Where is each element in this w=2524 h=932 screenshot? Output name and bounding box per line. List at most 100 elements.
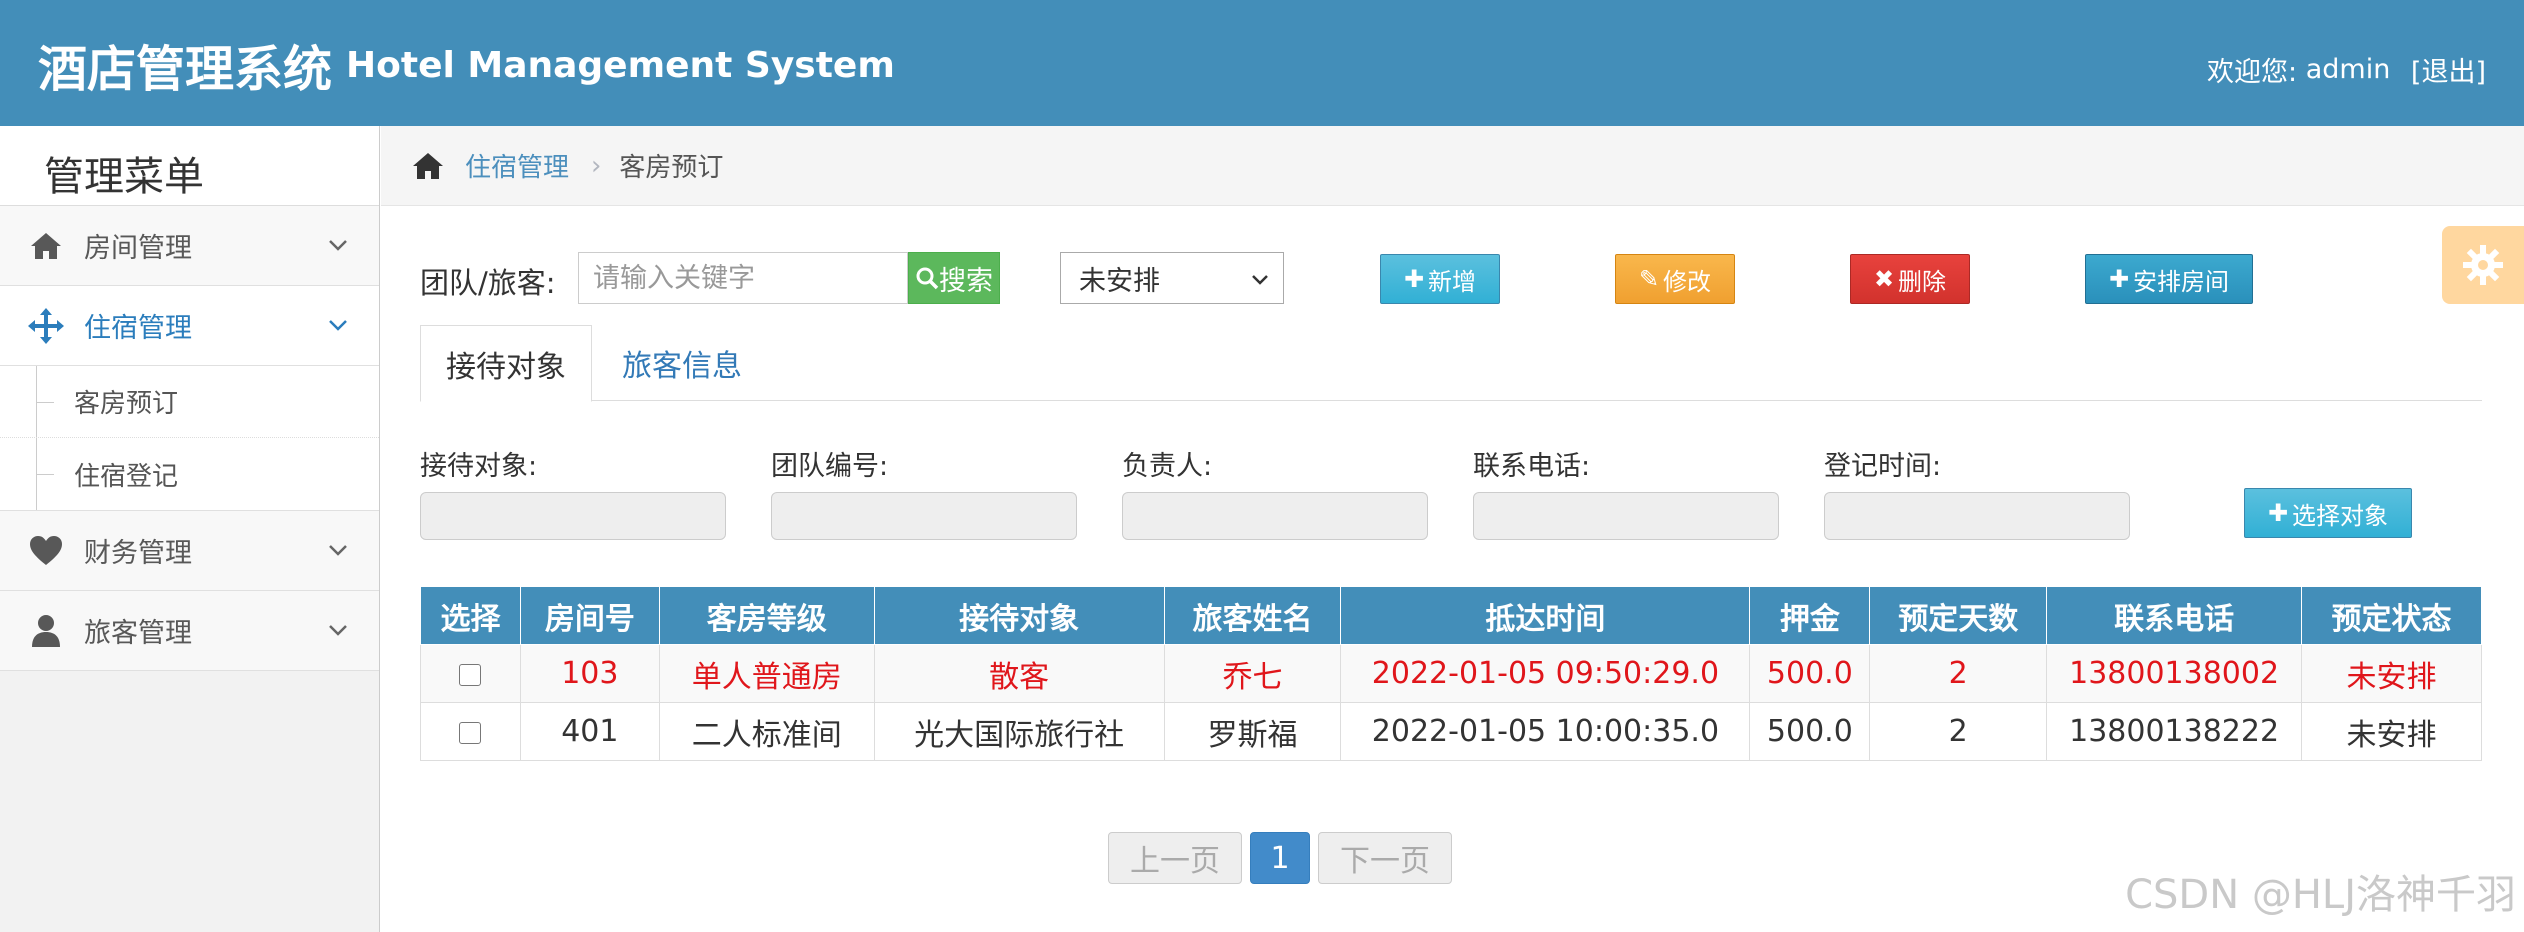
table-cell: 103 bbox=[519, 644, 660, 703]
chevron-down-icon bbox=[1252, 275, 1268, 285]
top-header: 酒店管理系统 Hotel Management System 欢迎您: admin… bbox=[0, 0, 2524, 126]
sidebar-item-room[interactable]: 房间管理 bbox=[0, 206, 379, 286]
search-icon bbox=[916, 267, 939, 290]
table-cell: 二人标准间 bbox=[658, 702, 875, 761]
sidebar-item-lodging[interactable]: 住宿管理 bbox=[0, 286, 379, 366]
close-icon: ✖ bbox=[1873, 265, 1895, 293]
tab-reception[interactable]: 接待对象 bbox=[420, 325, 592, 402]
welcome-label: 欢迎您: bbox=[2207, 57, 2298, 88]
table-cell: 未安排 bbox=[2301, 644, 2482, 703]
breadcrumb-parent-link[interactable]: 住宿管理 bbox=[465, 147, 569, 184]
table-cell: 13800138002 bbox=[2046, 644, 2303, 703]
assign-room-button[interactable]: ✚ 安排房间 bbox=[2085, 254, 2253, 304]
lodging-submenu: 客房预订 住宿登记 bbox=[0, 366, 379, 511]
status-select-value: 未安排 bbox=[1079, 265, 1160, 297]
table-row[interactable]: 401 二人标准间 光大国际旅行社 罗斯福 2022-01-05 10:00:3… bbox=[420, 702, 2482, 761]
column-header: 旅客姓名 bbox=[1163, 586, 1342, 645]
search-input[interactable] bbox=[578, 252, 908, 304]
table-cell: 401 bbox=[519, 702, 660, 761]
field-label-reception: 接待对象: bbox=[420, 451, 538, 482]
heart-icon bbox=[26, 531, 66, 571]
home-icon[interactable] bbox=[411, 151, 445, 181]
watermark: CSDN @HLJ洛神千羽 bbox=[2125, 872, 2516, 918]
row-select-cell bbox=[420, 702, 521, 761]
sidebar-item-label: 旅客管理 bbox=[84, 618, 192, 649]
search-label: 团队/旅客: bbox=[420, 266, 556, 300]
sidebar: 管理菜单 房间管理 住宿管理 客房预订 住宿登记 财务管理 旅客管理 bbox=[0, 126, 380, 932]
sidebar-item-guest[interactable]: 旅客管理 bbox=[0, 591, 379, 671]
sidebar-item-label: 财务管理 bbox=[84, 538, 192, 569]
chevron-down-icon bbox=[329, 545, 347, 556]
chevron-down-icon bbox=[329, 625, 347, 636]
choose-object-button[interactable]: ✚ 选择对象 bbox=[2244, 488, 2412, 538]
row-select-cell bbox=[420, 644, 521, 703]
assign-room-button-label: 安排房间 bbox=[2133, 267, 2230, 296]
manager-field[interactable] bbox=[1122, 492, 1428, 540]
sidebar-title: 管理菜单 bbox=[0, 126, 379, 206]
table-cell: 2 bbox=[1869, 644, 2048, 703]
edit-button-label: 修改 bbox=[1663, 267, 1712, 296]
row-checkbox[interactable] bbox=[459, 721, 482, 744]
choose-object-button-label: 选择对象 bbox=[2292, 501, 2389, 530]
add-button[interactable]: ✚ 新增 bbox=[1380, 254, 1500, 304]
chevron-down-icon bbox=[329, 240, 347, 251]
column-header: 联系电话 bbox=[2046, 586, 2303, 645]
page-1-button[interactable]: 1 bbox=[1250, 832, 1310, 884]
brand: 酒店管理系统 Hotel Management System bbox=[38, 30, 895, 101]
table-cell: 光大国际旅行社 bbox=[873, 702, 1165, 761]
reception-field[interactable] bbox=[420, 492, 726, 540]
table-cell: 500.0 bbox=[1749, 644, 1871, 703]
table-cell: 500.0 bbox=[1749, 702, 1871, 761]
next-page-button[interactable]: 下一页 bbox=[1318, 832, 1452, 884]
app-title-en: Hotel Management System bbox=[346, 45, 895, 86]
column-header: 预定天数 bbox=[1869, 586, 2048, 645]
sidebar-item-label: 房间管理 bbox=[84, 233, 192, 264]
table-cell: 2 bbox=[1869, 702, 2048, 761]
settings-button[interactable] bbox=[2442, 226, 2524, 304]
table-cell: 罗斯福 bbox=[1163, 702, 1342, 761]
logout-link[interactable]: [退出] bbox=[2411, 57, 2486, 88]
prev-page-button[interactable]: 上一页 bbox=[1108, 832, 1242, 884]
column-header: 押金 bbox=[1749, 586, 1871, 645]
booking-table: 选择 房间号 客房等级 接待对象 旅客姓名 抵达时间 押金 预定天数 联系电话 … bbox=[420, 586, 2482, 761]
sidebar-subitem-booking[interactable]: 客房预订 bbox=[0, 366, 379, 438]
sidebar-subitem-checkin[interactable]: 住宿登记 bbox=[0, 438, 379, 510]
sidebar-item-finance[interactable]: 财务管理 bbox=[0, 511, 379, 591]
column-header: 抵达时间 bbox=[1340, 586, 1751, 645]
edit-button[interactable]: ✎ 修改 bbox=[1615, 254, 1735, 304]
delete-button-label: 删除 bbox=[1898, 267, 1947, 296]
team-no-field[interactable] bbox=[771, 492, 1077, 540]
column-header: 选择 bbox=[420, 586, 521, 645]
tab-bar: 接待对象 旅客信息 bbox=[420, 325, 2482, 402]
table-row[interactable]: 103 单人普通房 散客 乔七 2022-01-05 09:50:29.0 50… bbox=[420, 644, 2482, 703]
table-cell: 2022-01-05 09:50:29.0 bbox=[1340, 644, 1751, 703]
sidebar-item-label: 住宿管理 bbox=[84, 313, 192, 344]
column-header: 客房等级 bbox=[658, 586, 875, 645]
field-label-phone: 联系电话: bbox=[1473, 451, 1591, 482]
row-checkbox[interactable] bbox=[459, 663, 482, 686]
add-button-label: 新增 bbox=[1428, 267, 1477, 296]
register-time-field[interactable] bbox=[1824, 492, 2130, 540]
status-select[interactable]: 未安排 bbox=[1060, 252, 1284, 304]
username: admin bbox=[2305, 54, 2391, 85]
field-label-manager: 负责人: bbox=[1122, 451, 1213, 482]
field-label-team-no: 团队编号: bbox=[771, 451, 889, 482]
plus-icon: ✚ bbox=[2267, 499, 2289, 527]
chevron-right-icon: › bbox=[591, 150, 602, 181]
move-icon bbox=[26, 306, 66, 346]
search-button-label: 搜索 bbox=[939, 265, 993, 297]
table-header-row: 选择 房间号 客房等级 接待对象 旅客姓名 抵达时间 押金 预定天数 联系电话 … bbox=[420, 586, 2482, 645]
search-button[interactable]: 搜索 bbox=[908, 252, 1000, 304]
chevron-down-icon bbox=[329, 320, 347, 331]
table-cell: 单人普通房 bbox=[658, 644, 875, 703]
pencil-icon: ✎ bbox=[1638, 265, 1660, 293]
column-header: 房间号 bbox=[519, 586, 660, 645]
table-cell: 散客 bbox=[873, 644, 1165, 703]
user-icon bbox=[26, 611, 66, 651]
column-header: 接待对象 bbox=[873, 586, 1165, 645]
phone-field[interactable] bbox=[1473, 492, 1779, 540]
delete-button[interactable]: ✖ 删除 bbox=[1850, 254, 1970, 304]
plus-icon: ✚ bbox=[2108, 265, 2130, 293]
tab-guest-info[interactable]: 旅客信息 bbox=[592, 325, 772, 401]
gear-icon bbox=[2463, 245, 2503, 285]
